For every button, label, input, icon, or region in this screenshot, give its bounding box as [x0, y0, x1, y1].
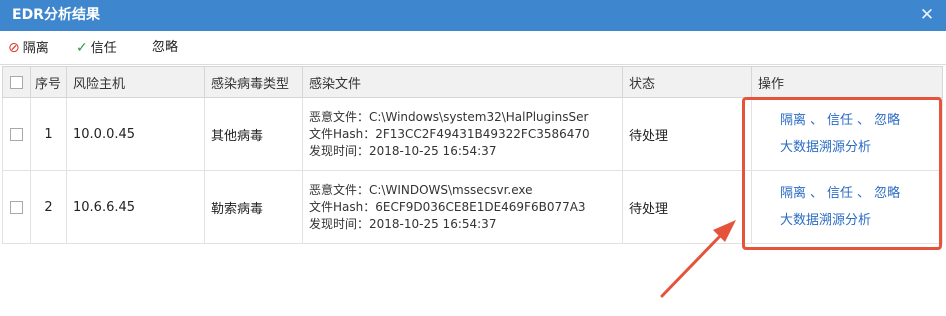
file-hash: 文件Hash：2F13CC2F49431B49322FC3586470: [309, 126, 590, 141]
row-isolate-link[interactable]: 隔离: [780, 186, 806, 201]
results-table: 序号 风险主机 感染病毒类型 感染文件 状态 操作 1 10.0.0.45 其他…: [2, 66, 943, 316]
trust-label: 信任: [90, 41, 117, 56]
check-icon: ✓: [76, 40, 88, 56]
table-row: 1 10.0.0.45 其他病毒 恶意文件：C:\Windows\system3…: [2, 97, 943, 171]
row-trust-link[interactable]: 信任: [827, 186, 853, 201]
row-trace-analysis-link[interactable]: 大数据溯源分析: [780, 213, 871, 228]
row-ignore-link[interactable]: 忽略: [874, 186, 900, 201]
header-virus-type[interactable]: 感染病毒类型: [204, 66, 303, 98]
row-status: 待处理: [622, 97, 752, 171]
row-host: 10.0.0.45: [66, 97, 205, 171]
row-file: 恶意文件：C:\WINDOWS\mssecsvr.exe 文件Hash：6ECF…: [302, 170, 623, 244]
select-all-cell[interactable]: [2, 66, 31, 98]
ban-icon: ⊘: [8, 40, 20, 56]
separator: 、: [810, 113, 824, 128]
found-time: 发现时间：2018-10-25 16:54:37: [309, 216, 497, 231]
file-path: 恶意文件：C:\Windows\system32\HalPluginsSer: [309, 109, 589, 124]
row-index: 1: [30, 97, 67, 171]
isolate-label: 隔离: [22, 41, 49, 56]
separator: 、: [810, 186, 824, 201]
window-titlebar: EDR分析结果 ✕: [0, 0, 946, 31]
window-title: EDR分析结果: [12, 7, 100, 23]
row-host: 10.6.6.45: [66, 170, 205, 244]
trust-button[interactable]: ✓ 信任: [76, 31, 117, 65]
header-host[interactable]: 风险主机: [66, 66, 205, 98]
row-checkbox-cell[interactable]: [2, 97, 31, 171]
table-header-row: 序号 风险主机 感染病毒类型 感染文件 状态 操作: [2, 66, 943, 98]
row-file: 恶意文件：C:\Windows\system32\HalPluginsSer 文…: [302, 97, 623, 171]
table-row: 2 10.6.6.45 勒索病毒 恶意文件：C:\WINDOWS\mssecsv…: [2, 170, 943, 244]
ignore-label: 忽略: [152, 40, 179, 55]
ignore-button[interactable]: 忽略: [152, 31, 178, 65]
found-time: 发现时间：2018-10-25 16:54:37: [309, 143, 497, 158]
separator: 、: [857, 186, 871, 201]
header-file[interactable]: 感染文件: [302, 66, 623, 98]
row-status: 待处理: [622, 170, 752, 244]
header-index[interactable]: 序号: [30, 66, 67, 98]
row-checkbox[interactable]: [10, 127, 23, 141]
separator: 、: [857, 113, 871, 128]
row-checkbox[interactable]: [10, 200, 23, 214]
file-path: 恶意文件：C:\WINDOWS\mssecsvr.exe: [309, 182, 533, 197]
row-ignore-link[interactable]: 忽略: [874, 113, 900, 128]
file-hash: 文件Hash：6ECF9D036CE8E1DE469F6B077A3: [309, 199, 586, 214]
row-actions: 隔离、信任、忽略 大数据溯源分析: [751, 97, 943, 171]
isolate-button[interactable]: ⊘ 隔离: [8, 31, 49, 65]
row-trust-link[interactable]: 信任: [827, 113, 853, 128]
row-virus-type: 其他病毒: [204, 97, 303, 171]
close-icon[interactable]: ✕: [916, 0, 938, 31]
row-index: 2: [30, 170, 67, 244]
row-isolate-link[interactable]: 隔离: [780, 113, 806, 128]
row-checkbox-cell[interactable]: [2, 170, 31, 244]
header-actions: 操作: [751, 66, 943, 98]
toolbar: ⊘ 隔离 ✓ 信任 忽略: [0, 31, 946, 65]
row-actions: 隔离、信任、忽略 大数据溯源分析: [751, 170, 943, 244]
row-virus-type: 勒索病毒: [204, 170, 303, 244]
select-all-checkbox[interactable]: [10, 75, 23, 89]
header-status[interactable]: 状态: [622, 66, 752, 98]
row-trace-analysis-link[interactable]: 大数据溯源分析: [780, 140, 871, 155]
